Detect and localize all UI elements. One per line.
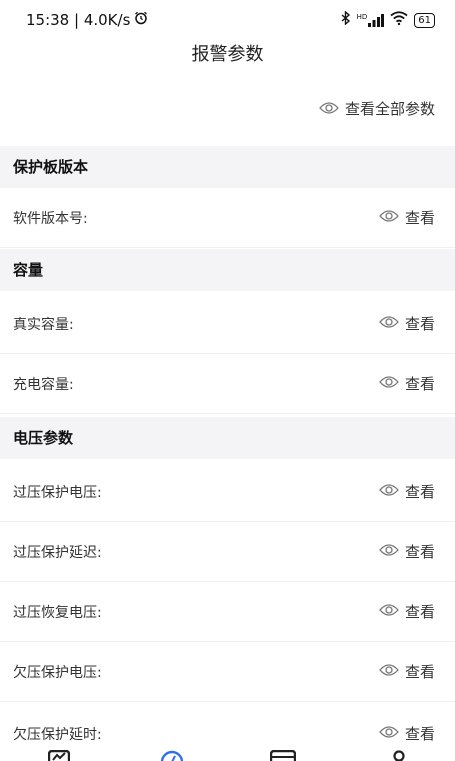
view-button[interactable]: 查看 [379,373,435,394]
row-label: 欠压保护延时: [13,727,102,743]
bluetooth-icon [341,10,351,29]
alarm-clock-icon [134,11,148,29]
eye-icon [379,663,399,681]
eye-icon [379,375,399,393]
section-header-voltage: 电压参数 [0,417,455,459]
row-label: 软件版本号: [13,210,88,227]
battery-indicator: 61 [414,12,435,28]
row-ov-recover-voltage: 过压恢复电压: 查看 [0,582,455,642]
row-real-capacity: 真实容量: 查看 [0,294,455,354]
view-button[interactable]: 查看 [379,207,435,228]
view-button[interactable]: 查看 [379,313,435,334]
view-button-label: 查看 [404,315,435,333]
chart-icon[interactable] [47,749,71,761]
card-icon[interactable] [269,749,297,761]
view-button[interactable]: 查看 [379,481,435,502]
view-button-label: 查看 [404,375,435,393]
row-uv-protect-delay: 欠压保护延时: 查看 [0,702,455,748]
row-label: 过压恢复电压: [13,604,102,621]
row-label: 过压保护延迟: [13,544,102,561]
user-icon[interactable] [389,749,409,761]
view-button[interactable]: 查看 [379,661,435,682]
row-label: 欠压保护电压: [13,664,102,681]
view-button[interactable]: 查看 [379,601,435,622]
row-ov-protect-voltage: 过压保护电压: 查看 [0,462,455,522]
row-ov-protect-delay: 过压保护延迟: 查看 [0,522,455,582]
view-button-label: 查看 [404,603,435,621]
status-bar: 15:38 | 4.0K/s HD 61 [0,0,455,40]
eye-icon [319,101,339,115]
gauge-icon[interactable] [160,749,184,761]
view-button-label: 查看 [404,543,435,561]
view-button-label: 查看 [404,209,435,227]
bottom-nav [0,747,455,761]
view-button-label: 查看 [404,663,435,681]
section-header-board-version: 保护板版本 [0,146,455,188]
row-uv-protect-voltage: 欠压保护电压: 查看 [0,642,455,702]
page-title: 报警参数 [191,44,264,65]
row-label: 过压保护电压: [13,484,102,501]
row-label: 充电容量: [13,376,74,393]
view-button[interactable]: 查看 [379,541,435,562]
view-button-label: 查看 [404,483,435,501]
view-button-label: 查看 [404,725,435,743]
eye-icon [379,725,399,743]
section-header-capacity: 容量 [0,249,455,291]
eye-icon [379,209,399,227]
status-time: 15:38 | 4.0K/s [26,11,131,29]
view-all-button[interactable]: 查看全部参数 [319,96,435,120]
eye-icon [379,483,399,501]
eye-icon [379,543,399,561]
row-software-version: 软件版本号: 查看 [0,188,455,248]
signal-icon: HD [356,12,385,27]
wifi-icon [390,11,408,29]
eye-icon [379,315,399,333]
signal-hd-label: HD [356,12,368,21]
eye-icon [379,603,399,621]
view-button[interactable]: 查看 [379,723,435,744]
view-all-label: 查看全部参数 [344,99,435,118]
row-label: 真实容量: [13,316,74,333]
row-charge-capacity: 充电容量: 查看 [0,354,455,414]
